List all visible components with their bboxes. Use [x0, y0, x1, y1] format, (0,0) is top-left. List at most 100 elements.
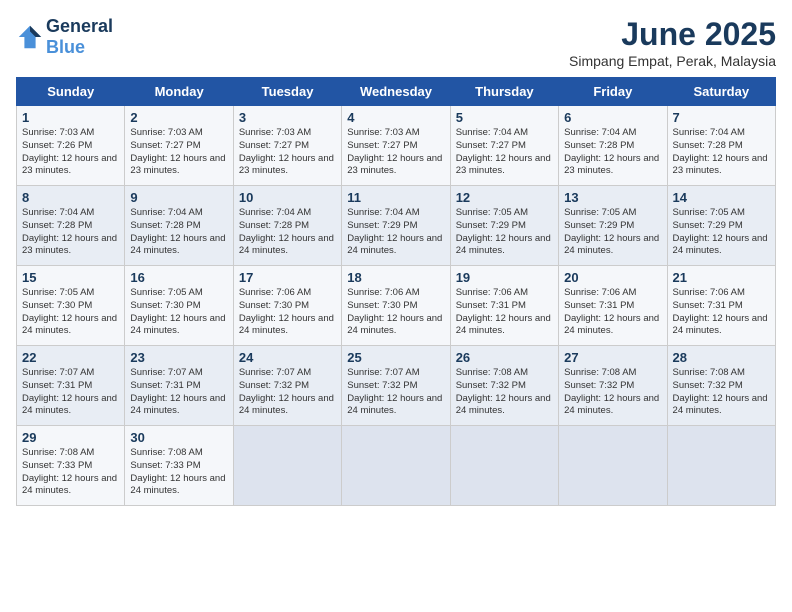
calendar-cell: 29 Sunrise: 7:08 AMSunset: 7:33 PMDayligh… — [17, 426, 125, 506]
calendar-cell: 23 Sunrise: 7:07 AMSunset: 7:31 PMDayligh… — [125, 346, 233, 426]
calendar-week-4: 22 Sunrise: 7:07 AMSunset: 7:31 PMDayligh… — [17, 346, 776, 426]
day-number: 23 — [130, 350, 227, 365]
calendar-cell: 1 Sunrise: 7:03 AMSunset: 7:26 PMDaylight… — [17, 106, 125, 186]
cell-text: Sunrise: 7:04 AMSunset: 7:28 PMDaylight:… — [564, 127, 661, 178]
day-number: 10 — [239, 190, 336, 205]
day-number: 24 — [239, 350, 336, 365]
logo: General Blue — [16, 16, 113, 58]
day-number: 19 — [456, 270, 553, 285]
day-number: 7 — [673, 110, 770, 125]
calendar-cell — [450, 426, 558, 506]
calendar-header-row: SundayMondayTuesdayWednesdayThursdayFrid… — [17, 78, 776, 106]
calendar-week-1: 1 Sunrise: 7:03 AMSunset: 7:26 PMDaylight… — [17, 106, 776, 186]
day-number: 25 — [347, 350, 444, 365]
calendar-cell: 9Sunrise: 7:04 AMSunset: 7:28 PMDaylight… — [125, 186, 233, 266]
day-number: 17 — [239, 270, 336, 285]
day-number: 27 — [564, 350, 661, 365]
day-number: 11 — [347, 190, 444, 205]
cell-text: Sunrise: 7:06 AMSunset: 7:30 PMDaylight:… — [239, 287, 336, 338]
cell-text: Sunrise: 7:04 AMSunset: 7:27 PMDaylight:… — [456, 127, 553, 178]
day-number: 13 — [564, 190, 661, 205]
day-number: 29 — [22, 430, 119, 445]
cell-text: Sunrise: 7:08 AMSunset: 7:33 PMDaylight:… — [22, 447, 119, 498]
day-header-thursday: Thursday — [450, 78, 558, 106]
calendar-cell: 4 Sunrise: 7:03 AMSunset: 7:27 PMDaylight… — [342, 106, 450, 186]
calendar-cell: 27 Sunrise: 7:08 AMSunset: 7:32 PMDayligh… — [559, 346, 667, 426]
calendar-week-2: 8 Sunrise: 7:04 AMSunset: 7:28 PMDaylight… — [17, 186, 776, 266]
title-area: June 2025 Simpang Empat, Perak, Malaysia — [569, 16, 776, 69]
cell-text: Sunrise: 7:05 AMSunset: 7:30 PMDaylight:… — [22, 287, 119, 338]
day-number: 18 — [347, 270, 444, 285]
calendar-cell: 6Sunrise: 7:04 AMSunset: 7:28 PMDaylight… — [559, 106, 667, 186]
calendar-cell: 24Sunrise: 7:07 AMSunset: 7:32 PMDayligh… — [233, 346, 341, 426]
calendar-cell: 2 Sunrise: 7:03 AMSunset: 7:27 PMDaylight… — [125, 106, 233, 186]
calendar-cell: 30 Sunrise: 7:08 AMSunset: 7:33 PMDayligh… — [125, 426, 233, 506]
calendar-cell: 14 Sunrise: 7:05 AMSunset: 7:29 PMDayligh… — [667, 186, 775, 266]
day-number: 2 — [130, 110, 227, 125]
cell-text: Sunrise: 7:03 AMSunset: 7:27 PMDaylight:… — [130, 127, 227, 178]
cell-text: Sunrise: 7:07 AMSunset: 7:31 PMDaylight:… — [130, 367, 227, 418]
calendar-subtitle: Simpang Empat, Perak, Malaysia — [569, 53, 776, 69]
calendar-cell: 7 Sunrise: 7:04 AMSunset: 7:28 PMDaylight… — [667, 106, 775, 186]
cell-text: Sunrise: 7:08 AMSunset: 7:32 PMDaylight:… — [564, 367, 661, 418]
calendar-cell: 28Sunrise: 7:08 AMSunset: 7:32 PMDayligh… — [667, 346, 775, 426]
calendar-cell — [667, 426, 775, 506]
calendar-cell: 17 Sunrise: 7:06 AMSunset: 7:30 PMDayligh… — [233, 266, 341, 346]
calendar-cell — [233, 426, 341, 506]
calendar-cell: 12 Sunrise: 7:05 AMSunset: 7:29 PMDayligh… — [450, 186, 558, 266]
cell-text: Sunrise: 7:06 AMSunset: 7:31 PMDaylight:… — [673, 287, 770, 338]
calendar-week-3: 15 Sunrise: 7:05 AMSunset: 7:30 PMDayligh… — [17, 266, 776, 346]
cell-text: Sunrise: 7:04 AMSunset: 7:28 PMDaylight:… — [22, 207, 119, 258]
cell-text: Sunrise: 7:03 AMSunset: 7:26 PMDaylight:… — [22, 127, 119, 178]
day-number: 1 — [22, 110, 119, 125]
cell-text: Sunrise: 7:08 AMSunset: 7:33 PMDaylight:… — [130, 447, 227, 498]
cell-text: Sunrise: 7:05 AMSunset: 7:29 PMDaylight:… — [456, 207, 553, 258]
day-number: 30 — [130, 430, 227, 445]
cell-text: Sunrise: 7:06 AMSunset: 7:31 PMDaylight:… — [456, 287, 553, 338]
calendar-cell: 16Sunrise: 7:05 AMSunset: 7:30 PMDayligh… — [125, 266, 233, 346]
calendar-cell — [342, 426, 450, 506]
day-number: 26 — [456, 350, 553, 365]
calendar-cell: 11 Sunrise: 7:04 AMSunset: 7:29 PMDayligh… — [342, 186, 450, 266]
cell-text: Sunrise: 7:04 AMSunset: 7:28 PMDaylight:… — [239, 207, 336, 258]
calendar-cell: 15 Sunrise: 7:05 AMSunset: 7:30 PMDayligh… — [17, 266, 125, 346]
cell-text: Sunrise: 7:06 AMSunset: 7:31 PMDaylight:… — [564, 287, 661, 338]
day-header-tuesday: Tuesday — [233, 78, 341, 106]
day-number: 14 — [673, 190, 770, 205]
cell-text: Sunrise: 7:07 AMSunset: 7:32 PMDaylight:… — [347, 367, 444, 418]
day-number: 21 — [673, 270, 770, 285]
calendar-cell: 20 Sunrise: 7:06 AMSunset: 7:31 PMDayligh… — [559, 266, 667, 346]
calendar-cell: 8 Sunrise: 7:04 AMSunset: 7:28 PMDaylight… — [17, 186, 125, 266]
day-number: 16 — [130, 270, 227, 285]
calendar-title: June 2025 — [569, 16, 776, 53]
cell-text: Sunrise: 7:05 AMSunset: 7:29 PMDaylight:… — [564, 207, 661, 258]
cell-text: Sunrise: 7:03 AMSunset: 7:27 PMDaylight:… — [347, 127, 444, 178]
day-header-friday: Friday — [559, 78, 667, 106]
cell-text: Sunrise: 7:08 AMSunset: 7:32 PMDaylight:… — [456, 367, 553, 418]
calendar-cell: 25 Sunrise: 7:07 AMSunset: 7:32 PMDayligh… — [342, 346, 450, 426]
day-number: 12 — [456, 190, 553, 205]
day-number: 8 — [22, 190, 119, 205]
cell-text: Sunrise: 7:06 AMSunset: 7:30 PMDaylight:… — [347, 287, 444, 338]
cell-text: Sunrise: 7:04 AMSunset: 7:29 PMDaylight:… — [347, 207, 444, 258]
day-number: 15 — [22, 270, 119, 285]
logo-icon — [16, 23, 44, 51]
calendar-cell: 22 Sunrise: 7:07 AMSunset: 7:31 PMDayligh… — [17, 346, 125, 426]
calendar-cell: 18 Sunrise: 7:06 AMSunset: 7:30 PMDayligh… — [342, 266, 450, 346]
cell-text: Sunrise: 7:04 AMSunset: 7:28 PMDaylight:… — [673, 127, 770, 178]
calendar-body: 1 Sunrise: 7:03 AMSunset: 7:26 PMDaylight… — [17, 106, 776, 506]
calendar-cell: 13 Sunrise: 7:05 AMSunset: 7:29 PMDayligh… — [559, 186, 667, 266]
day-number: 20 — [564, 270, 661, 285]
calendar-week-5: 29 Sunrise: 7:08 AMSunset: 7:33 PMDayligh… — [17, 426, 776, 506]
cell-text: Sunrise: 7:05 AMSunset: 7:29 PMDaylight:… — [673, 207, 770, 258]
cell-text: Sunrise: 7:08 AMSunset: 7:32 PMDaylight:… — [673, 367, 770, 418]
day-header-sunday: Sunday — [17, 78, 125, 106]
calendar-cell: 19 Sunrise: 7:06 AMSunset: 7:31 PMDayligh… — [450, 266, 558, 346]
day-number: 3 — [239, 110, 336, 125]
calendar-cell: 3Sunrise: 7:03 AMSunset: 7:27 PMDaylight… — [233, 106, 341, 186]
header: General Blue June 2025 Simpang Empat, Pe… — [16, 16, 776, 69]
day-number: 4 — [347, 110, 444, 125]
cell-text: Sunrise: 7:07 AMSunset: 7:31 PMDaylight:… — [22, 367, 119, 418]
day-number: 22 — [22, 350, 119, 365]
day-number: 9 — [130, 190, 227, 205]
